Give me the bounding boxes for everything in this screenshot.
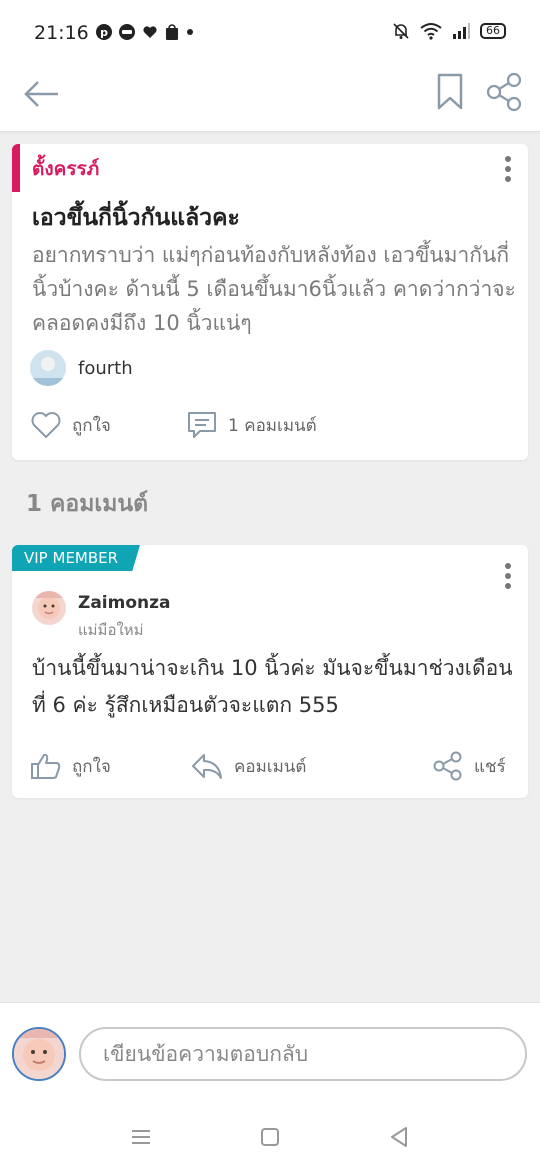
post-body: อยากทราบว่า แม่ๆก่อนท้องกับหลังท้อง เอวข… (32, 243, 516, 335)
like-label: ถูกใจ (72, 415, 111, 436)
system-nav-bar (0, 1104, 540, 1170)
svg-text:p: p (100, 26, 108, 39)
arrow-left-icon[interactable] (22, 74, 62, 114)
home-icon[interactable] (257, 1124, 283, 1150)
thumbs-up-icon (31, 753, 61, 779)
bookmark-icon[interactable] (436, 72, 464, 112)
post-author[interactable]: fourth (30, 350, 133, 386)
heart-icon (31, 412, 61, 438)
post-title: เอวขึ้นกี่นิ้วกันแล้วคะ (32, 205, 240, 231)
tag-accent-bar (12, 144, 20, 192)
comment-like-button[interactable]: ถูกใจ (30, 751, 111, 781)
more-vertical-icon[interactable] (498, 561, 518, 591)
bell-off-icon (393, 23, 409, 39)
post-card: ตั้งครรภ์ เอวขึ้นกี่นิ้วกันแล้วคะ อยากทร… (12, 144, 528, 460)
line-icon (119, 24, 135, 40)
commenter-name[interactable]: Zaimonza (78, 593, 171, 613)
author-name[interactable]: fourth (78, 358, 133, 379)
back-triangle-icon[interactable] (386, 1124, 412, 1150)
pinterest-icon: p (96, 24, 112, 40)
post-category-tag[interactable]: ตั้งครรภ์ (32, 154, 99, 184)
comment-icon (188, 412, 216, 438)
system-icons: 66 (392, 22, 506, 40)
share-icon (433, 751, 462, 781)
status-time: 21:16 (34, 22, 89, 44)
comment-count-button[interactable]: 1 คอมเมนต์ (186, 410, 317, 440)
avatar[interactable] (32, 591, 66, 625)
avatar[interactable] (30, 350, 66, 386)
like-button[interactable]: ถูกใจ (30, 410, 111, 440)
comment-count-label: 1 คอมเมนต์ (228, 415, 317, 436)
reply-input[interactable] (79, 1027, 527, 1081)
battery-icon: 66 (480, 23, 506, 39)
share-icon[interactable] (484, 72, 524, 112)
comment-reply-button[interactable]: คอมเมนต์ (190, 751, 306, 781)
signal-icon (453, 23, 470, 39)
reply-icon (192, 754, 222, 779)
avatar[interactable] (12, 1027, 66, 1081)
comment-text: บ้านนี้ขึ้นมาน่าจะเกิน 10 นิ้วค่ะ มันจะข… (32, 656, 513, 717)
comment-reply-label: คอมเมนต์ (234, 756, 307, 777)
status-bar: 21:16 p 66 (0, 0, 540, 62)
comment-share-label: แชร์ (474, 756, 506, 777)
menu-icon[interactable] (128, 1124, 154, 1150)
notification-icons: p (96, 24, 194, 40)
commenter-role: แม่มือใหม่ (78, 621, 144, 639)
comments-section-title: 1 คอมเมนต์ (26, 491, 149, 517)
dot-icon (187, 29, 193, 35)
vip-member-badge: VIP MEMBER (12, 545, 140, 571)
shop-bag-icon (166, 24, 178, 40)
app-bar (0, 62, 540, 132)
heart-notify-icon (143, 26, 157, 38)
more-vertical-icon[interactable] (498, 154, 518, 184)
comment-share-button[interactable]: แชร์ (432, 751, 506, 781)
comment-card: VIP MEMBER Zaimonza แม่มือใหม่ บ้านนี้ขึ… (12, 545, 528, 798)
comment-like-label: ถูกใจ (72, 756, 111, 777)
wifi-icon (420, 23, 442, 40)
reply-bar (0, 1002, 540, 1104)
